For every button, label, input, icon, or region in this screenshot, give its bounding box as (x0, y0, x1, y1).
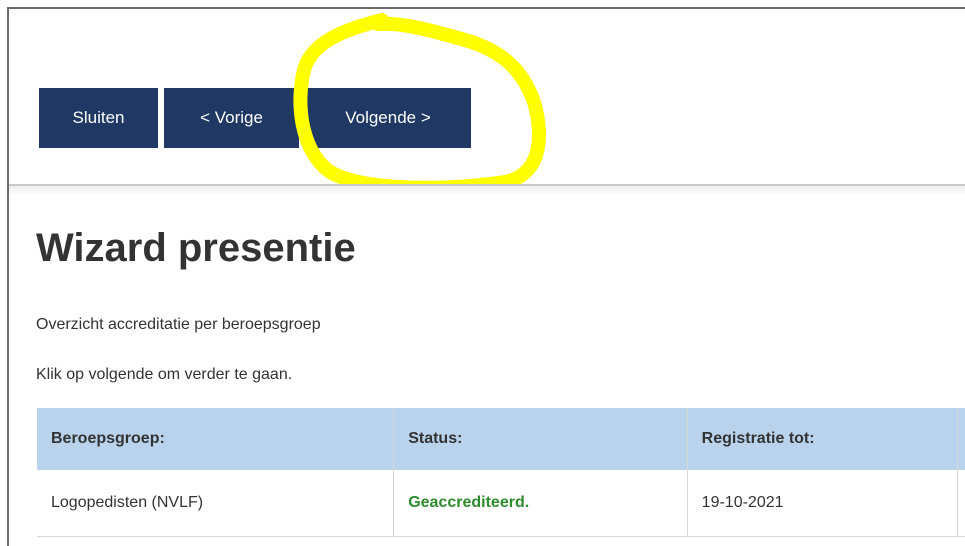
column-header-extra (957, 408, 965, 470)
window-border-top (7, 7, 965, 9)
window-border-left (7, 7, 9, 546)
column-header-registratie-tot: Registratie tot: (687, 408, 958, 470)
accreditation-table-container: Beroepsgroep: Status: Registratie tot: L… (37, 408, 965, 537)
cell-registratie-tot: 19-10-2021 (687, 470, 958, 537)
cell-beroepsgroep: Logopedisten (NVLF) (37, 470, 395, 537)
previous-button[interactable]: < Vorige (164, 88, 299, 148)
close-button[interactable]: Sluiten (39, 88, 158, 148)
toolbar-shadow (9, 186, 965, 196)
accreditation-table: Beroepsgroep: Status: Registratie tot: L… (37, 408, 965, 537)
page-subtitle: Overzicht accreditatie per beroepsgroep (36, 316, 321, 333)
table-header-row: Beroepsgroep: Status: Registratie tot: (37, 408, 965, 470)
table-row: Logopedisten (NVLF) Geaccrediteerd. 19-1… (37, 470, 965, 537)
wizard-window: Sluiten < Vorige Volgende > Wizard prese… (0, 0, 965, 546)
cell-extra (957, 470, 965, 537)
page-title: Wizard presentie (36, 226, 356, 270)
instruction-text: Klik op volgende om verder te gaan. (36, 366, 293, 383)
column-header-beroepsgroep: Beroepsgroep: (37, 408, 395, 470)
column-header-status: Status: (393, 408, 688, 470)
cell-status: Geaccrediteerd. (393, 470, 688, 537)
next-button[interactable]: Volgende > (305, 88, 471, 148)
